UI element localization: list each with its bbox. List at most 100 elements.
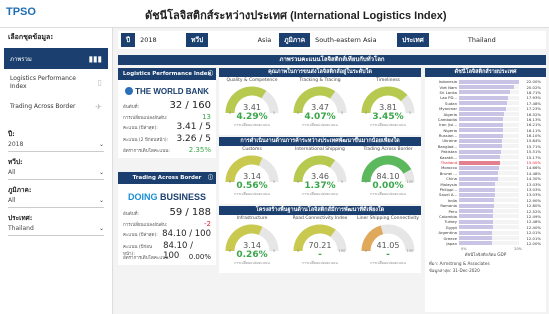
bar: [459, 198, 495, 203]
gauge[interactable]: Infrastructure 3.14 0 5 0.26% การเปลี่ยน…: [219, 215, 285, 273]
ranking-row[interactable]: Banglad... 15.71%: [425, 144, 546, 149]
bar-value: 16.11%: [526, 127, 541, 133]
bar: [459, 85, 514, 90]
filter-bar-year-value[interactable]: 2018: [135, 36, 183, 44]
ranking-row-highlighted[interactable]: Thailand 15.00%: [425, 160, 546, 165]
bar-value: 14.30%: [526, 176, 541, 182]
ranking-row[interactable]: Sudan 17.48%: [425, 101, 546, 106]
ranking-row[interactable]: India 12.90%: [425, 198, 546, 203]
country-name: Lao PD...: [440, 95, 457, 101]
gauge-dial: 3.14 0 5: [225, 155, 279, 183]
bar-value: 12.49%: [526, 213, 541, 219]
filter-bar-continent-value[interactable]: Asia: [208, 36, 276, 44]
sidebar-item-overview[interactable]: ภาพรวม ▮▮▮: [4, 48, 108, 69]
bar: [459, 138, 503, 143]
ranking-row[interactable]: Brunei ... 14.48%: [425, 171, 546, 176]
bar: [459, 112, 505, 117]
gauge[interactable]: Customs 3.14 0 5 0.56% การเปลี่ยนแปลงคะแ…: [219, 146, 285, 204]
bar-value: 17.48%: [526, 100, 541, 106]
gauge[interactable]: Timeliness 3.81 0 5 3.45% การเปลี่ยนแปลง…: [355, 77, 421, 135]
filter-bar-region-value[interactable]: South-eastern Asia: [310, 36, 394, 44]
info-icon[interactable]: ⓘ: [208, 172, 213, 184]
filter-region[interactable]: ภูมิภาค: All ⌄: [0, 185, 112, 208]
info-icon[interactable]: ⓘ: [208, 68, 213, 80]
continent-select[interactable]: All ⌄: [8, 167, 104, 180]
gauge[interactable]: Quality & Competence 3.41 0 5 4.29% การเ…: [219, 77, 285, 135]
ranking-row[interactable]: Romania 12.80%: [425, 203, 546, 208]
country-name: Malaysia: [440, 181, 457, 187]
gauge-value: 3.14: [243, 241, 261, 250]
gauge[interactable]: International Shipping 3.46 0 5 1.37% กา…: [287, 146, 353, 204]
gauge[interactable]: Road Connectivity Index 70.21 0 100 - กา…: [287, 215, 353, 273]
gauge-value: 3.81: [379, 103, 397, 112]
bar-track: [459, 203, 519, 208]
filter-country[interactable]: ประเทศ: Thailand ⌄: [0, 213, 112, 236]
sidebar-item-lpi[interactable]: Logistics Performance Index ▯: [4, 70, 108, 95]
ranking-row[interactable]: Greece 12.01%: [425, 235, 546, 241]
kv-key: อันดับที่:: [123, 212, 140, 217]
sidebar: เลือกชุดข้อมูล: ภาพรวม ▮▮▮ Logistics Per…: [0, 28, 113, 314]
bar-track: [459, 117, 519, 122]
ranking-row[interactable]: Malaysia 13.03%: [425, 181, 546, 187]
ranking-row[interactable]: Japan 12.00%: [425, 241, 546, 246]
gauge-max: 5: [273, 111, 275, 114]
tpso-logo[interactable]: TPSO: [6, 6, 36, 18]
country-name: Viet Nam: [439, 84, 457, 90]
gauge-change-label: การเปลี่ยนแปลงคะแนน: [370, 261, 406, 265]
ranking-row[interactable]: Saudi A... 13.03%: [425, 192, 546, 197]
tab-card: DOING BUSINESS อันดับที่: 59 / 188 การเปล…: [118, 184, 216, 265]
ranking-row[interactable]: Peru 12.52%: [425, 208, 546, 214]
ranking-row[interactable]: Myanmar 17.23%: [425, 106, 546, 111]
filter-label: ภูมิภาค:: [8, 186, 32, 194]
ranking-row[interactable]: China 14.30%: [425, 176, 546, 181]
gauge-grid: คุณภาพในการขนส่งโลจิสติกส์อยู่ในระดับใด …: [219, 68, 421, 312]
world-bank-logo: THE WORLD BANK: [123, 83, 211, 100]
ranking-row[interactable]: Morocco 14.66%: [425, 165, 546, 170]
gauge-change-label: การเปลี่ยนแปลงคะแนน: [302, 123, 338, 127]
bar-value: 12.48%: [526, 219, 541, 225]
ranking-row[interactable]: Philippi... 13.03%: [425, 187, 546, 192]
country-select[interactable]: Thailand ⌄: [8, 223, 104, 236]
kv-key: อัตราการเติบโตคะแนน:: [123, 149, 170, 154]
bar-track: [459, 192, 519, 197]
kv-key: อันดับที่:: [123, 105, 140, 110]
ranking-row[interactable]: Kazakh... 15.17%: [425, 154, 546, 160]
sidebar-item-trading[interactable]: Trading Across Border ✈: [4, 96, 108, 117]
bar-track: [459, 187, 519, 192]
sidebar-item-label: Logistics Performance Index: [10, 74, 76, 90]
ranking-row[interactable]: Cambodia 16.13%: [425, 117, 546, 122]
filter-year[interactable]: ปี: 2018 ⌄: [0, 129, 112, 152]
ranking-row[interactable]: Egypt 12.40%: [425, 225, 546, 230]
gauge[interactable]: Trading Across Border 84.10 0 100 0.00% …: [355, 146, 421, 204]
ranking-row[interactable]: Viet Nam 20.02%: [425, 84, 546, 90]
country-name: Morocco: [441, 165, 457, 171]
bar-value: 12.01%: [526, 230, 541, 236]
bar: [459, 133, 503, 138]
bar-track: [459, 209, 519, 214]
ranking-row[interactable]: Ukraine 15.84%: [425, 138, 546, 143]
filter-label: ปี:: [8, 130, 15, 138]
ranking-row[interactable]: Iran (Isl... 16.21%: [425, 122, 546, 127]
ranking-row[interactable]: Argentina 12.01%: [425, 230, 546, 235]
ranking-row[interactable]: Nigeria 16.11%: [425, 128, 546, 133]
ranking-row[interactable]: Indonesia 22.00%: [425, 79, 546, 84]
region-select[interactable]: All ⌄: [8, 195, 104, 208]
bar: [459, 155, 501, 160]
ranking-row[interactable]: Sri Lanka 18.71%: [425, 90, 546, 95]
ranking-row[interactable]: Turkey 12.48%: [425, 219, 546, 224]
year-select[interactable]: 2018 ⌄: [8, 139, 104, 152]
country-name: Nigeria: [443, 127, 457, 133]
ranking-row[interactable]: Pakistan 15.51%: [425, 149, 546, 154]
gauge[interactable]: Tracking & Tracing 3.47 0 5 4.07% การเปล…: [287, 77, 353, 135]
ranking-row[interactable]: Lao PD... 17.93%: [425, 95, 546, 100]
ranking-row[interactable]: Algeria 16.52%: [425, 111, 546, 117]
country-name: India: [447, 197, 457, 203]
kv-value: -2: [204, 220, 211, 228]
ranking-row[interactable]: Colombia 12.49%: [425, 214, 546, 219]
ranking-row[interactable]: Russian... 16.10%: [425, 133, 546, 138]
filter-bar-country-value[interactable]: Thailand: [429, 36, 501, 44]
filter-continent[interactable]: ทวีป: All ⌄: [0, 157, 112, 180]
gauge[interactable]: Liner Shipping Connectivity 41.05 0 100 …: [355, 215, 421, 273]
country-name: Turkey: [444, 219, 457, 225]
gauge-max: 100: [339, 249, 346, 252]
